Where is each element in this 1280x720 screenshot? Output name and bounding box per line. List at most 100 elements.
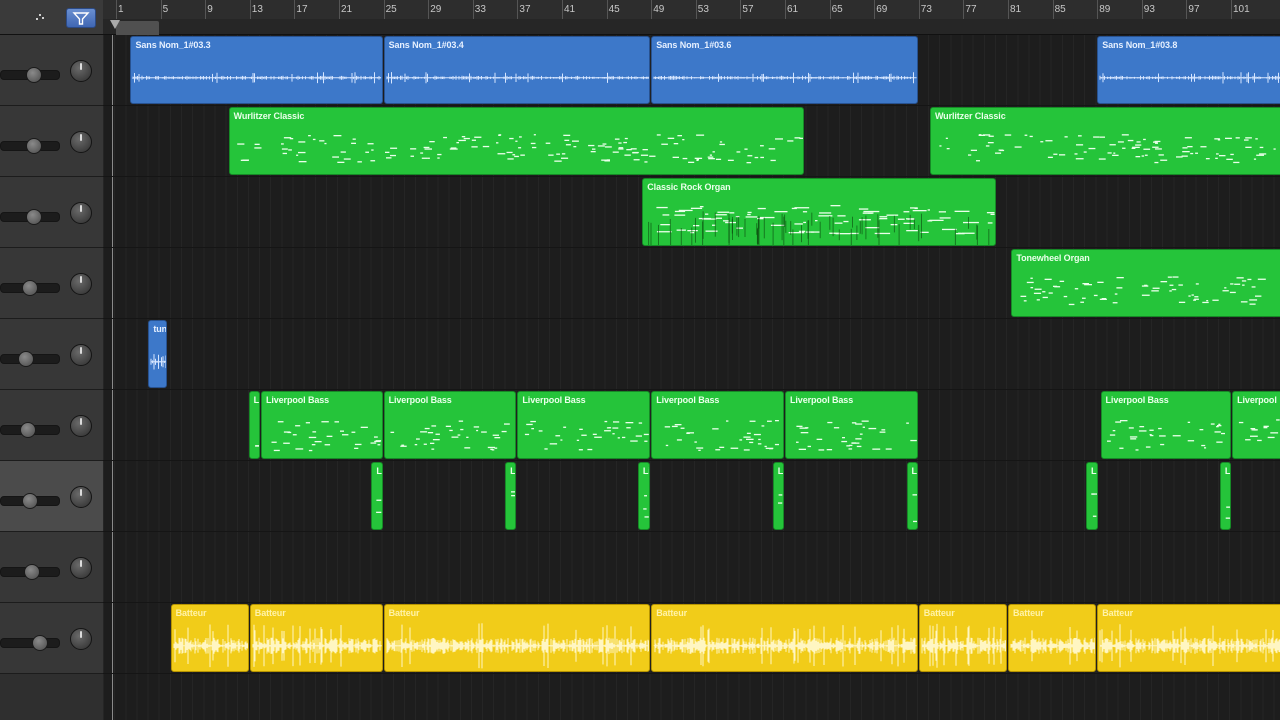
volume-slider-thumb[interactable] <box>25 138 42 154</box>
midi-region[interactable]: Li <box>637 462 651 530</box>
pan-knob[interactable] <box>70 557 92 579</box>
ruler-tick <box>874 0 876 19</box>
lane-separator <box>103 602 1280 603</box>
pan-knob[interactable] <box>70 60 92 82</box>
midi-region[interactable]: Wurlitzer Classic <box>929 107 1280 175</box>
volume-slider-thumb[interactable] <box>24 564 41 580</box>
region-name: Sans Nom_1#03.4 <box>388 40 464 50</box>
volume-slider[interactable] <box>0 138 60 154</box>
midi-region[interactable]: Classic Rock Organ <box>642 178 996 246</box>
volume-slider[interactable] <box>0 209 60 225</box>
ruler-bar-label: 9 <box>207 4 213 15</box>
audio-region[interactable]: Sans Nom_1#03.6 <box>651 36 918 104</box>
region-name: Batteur <box>388 608 420 618</box>
audio-region[interactable]: Sans Nom_1#03.3 <box>130 36 383 104</box>
region-name: Wurlitzer Classic <box>233 111 305 121</box>
midi-region[interactable]: Liverpool Bass <box>260 391 383 459</box>
volume-slider[interactable] <box>0 67 60 83</box>
volume-slider-thumb[interactable] <box>20 422 37 438</box>
region-name: Liverpool Bass <box>1105 395 1169 405</box>
pan-knob[interactable] <box>70 131 92 153</box>
midi-region[interactable]: Liverpool Bass <box>517 391 651 459</box>
ruler-tick <box>116 0 117 19</box>
midi-region[interactable]: Li <box>248 391 260 459</box>
ruler-tick <box>249 0 251 19</box>
pan-knob[interactable] <box>70 486 92 508</box>
track-header-2[interactable] <box>0 106 103 177</box>
midi-region[interactable]: Tonewheel Organ <box>1011 249 1280 317</box>
pan-knob[interactable] <box>70 202 92 224</box>
tracks-area[interactable]: Sans Nom_1#03.3 Sans Nom_1#03.4 Sans Nom_1… <box>103 35 1280 720</box>
region-name: Li <box>1224 466 1231 476</box>
volume-slider-thumb[interactable] <box>25 209 42 225</box>
midi-region[interactable]: Li <box>906 462 918 530</box>
pointer-tool-button[interactable] <box>28 8 56 26</box>
volume-slider[interactable] <box>0 635 60 651</box>
track-header-9[interactable] <box>0 603 103 674</box>
midi-region[interactable]: Liverpool Bass <box>651 391 784 459</box>
drum-region[interactable]: Batteur <box>1008 604 1097 672</box>
pan-knob[interactable] <box>70 273 92 295</box>
ruler-tick <box>1008 0 1009 19</box>
ruler-tick <box>1186 0 1188 19</box>
drum-region[interactable]: Batteur <box>651 604 918 672</box>
track-header-6[interactable] <box>0 390 103 461</box>
ruler-tick <box>918 0 920 19</box>
midi-region[interactable]: Wurlitzer Classic <box>228 107 805 175</box>
midi-region[interactable]: Liverpool Bass <box>383 391 517 459</box>
ruler-tick <box>651 0 653 19</box>
midi-region[interactable]: Li <box>1219 462 1232 530</box>
volume-slider[interactable] <box>0 422 60 438</box>
track-header-4[interactable] <box>0 248 103 319</box>
volume-slider[interactable] <box>0 280 60 296</box>
region-name: Batteur <box>254 608 286 618</box>
volume-slider-thumb[interactable] <box>18 351 35 367</box>
filter-button[interactable] <box>66 8 96 28</box>
cycle-region-bar[interactable] <box>103 19 1280 37</box>
ruler-bar-label: 69 <box>876 4 888 15</box>
audio-region[interactable]: Sans Nom_1#03.8 <box>1097 36 1280 104</box>
track-header-7[interactable] <box>0 461 103 532</box>
midi-region[interactable]: Li <box>371 462 383 530</box>
drum-region[interactable]: Batteur <box>249 604 383 672</box>
volume-slider[interactable] <box>0 564 60 580</box>
ruler-bar-label: 25 <box>385 4 397 15</box>
pan-knob[interactable] <box>70 628 92 650</box>
playhead-handle[interactable] <box>110 20 120 29</box>
track-header-5[interactable] <box>0 319 103 390</box>
track-header-8[interactable] <box>0 532 103 603</box>
volume-slider-thumb[interactable] <box>21 493 38 509</box>
volume-slider[interactable] <box>0 493 60 509</box>
ruler-tick <box>160 0 162 19</box>
ruler-tick <box>695 0 697 19</box>
bar-ruler[interactable]: 1 5 9 13 17 21 25 29 33 37 41 45 49 53 57 61 65 69 73 77 81 8… <box>103 0 1280 20</box>
audio-region[interactable]: tuni <box>148 320 168 388</box>
drum-region[interactable]: Batteur <box>1097 604 1280 672</box>
waveform <box>653 625 917 667</box>
drum-region[interactable]: Batteur <box>170 604 249 672</box>
track-header-3[interactable] <box>0 177 103 248</box>
drum-region[interactable]: Batteur <box>383 604 651 672</box>
track-header-1[interactable] <box>0 35 103 106</box>
region-name: Batteur <box>175 608 207 618</box>
midi-region[interactable]: Li <box>505 462 517 530</box>
volume-slider-thumb[interactable] <box>31 635 48 651</box>
midi-region[interactable]: Li <box>1086 462 1099 530</box>
region-name: Liverpool Bass <box>388 395 452 405</box>
midi-region[interactable]: Liverpool Bass <box>785 391 918 459</box>
audio-region[interactable]: Sans Nom_1#03.4 <box>383 36 651 104</box>
midi-region[interactable]: Liverpool <box>1232 391 1280 459</box>
volume-slider-thumb[interactable] <box>25 67 42 83</box>
pan-knob[interactable] <box>70 415 92 437</box>
pan-knob[interactable] <box>70 344 92 366</box>
midi-region[interactable]: Li <box>772 462 784 530</box>
midi-region[interactable]: Liverpool Bass <box>1100 391 1232 459</box>
volume-slider-thumb[interactable] <box>21 280 38 296</box>
ruler-bar-label: 57 <box>742 4 754 15</box>
lane-separator <box>103 531 1280 532</box>
lane-separator <box>103 318 1280 319</box>
drum-region[interactable]: Batteur <box>918 604 1007 672</box>
volume-slider[interactable] <box>0 351 60 367</box>
ruler-tick <box>785 0 786 19</box>
ruler-bar-label: 53 <box>697 4 709 15</box>
